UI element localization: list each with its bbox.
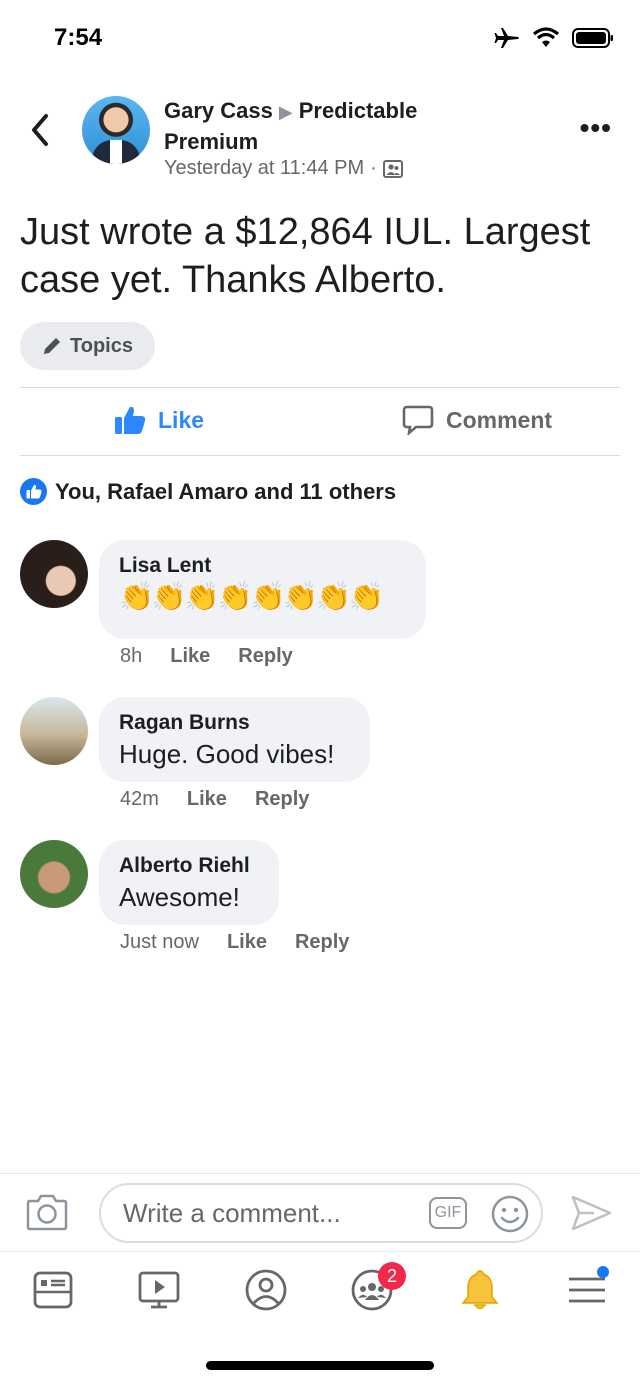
comment-input[interactable] xyxy=(121,1196,425,1230)
comment-bubble[interactable]: Lisa Lent 👏👏👏👏👏👏👏👏 xyxy=(99,540,426,639)
divider xyxy=(20,387,620,388)
post-timestamp[interactable]: Yesterday at 11:44 PM xyxy=(164,157,364,180)
battery-icon xyxy=(572,28,613,48)
divider xyxy=(20,455,620,456)
emoji-icon[interactable] xyxy=(491,1195,529,1233)
comment-text: Awesome! xyxy=(119,882,240,912)
nav-menu[interactable] xyxy=(563,1266,611,1312)
nav-news-feed[interactable] xyxy=(29,1268,77,1312)
comment-reply-button[interactable]: Reply xyxy=(295,931,349,954)
nav-divider xyxy=(0,1251,640,1252)
composer-divider xyxy=(0,1173,640,1174)
comment-label: Comment xyxy=(446,406,553,433)
back-button[interactable] xyxy=(26,110,52,155)
reactions-summary[interactable]: You, Rafael Amaro and 11 others xyxy=(20,478,396,505)
comment-like-button[interactable]: Like xyxy=(227,931,267,954)
status-time: 7:54 xyxy=(54,24,103,51)
watch-icon xyxy=(138,1271,180,1309)
notification-badge: 2 xyxy=(378,1262,406,1290)
author-name[interactable]: Gary Cass xyxy=(164,98,273,123)
airplane-icon xyxy=(494,28,519,48)
comment-input-box[interactable]: GIF xyxy=(99,1183,543,1243)
avatar[interactable] xyxy=(20,697,88,765)
members-privacy-icon xyxy=(382,159,403,178)
menu-notification-dot xyxy=(597,1266,609,1278)
comment-text: 👏👏👏👏👏👏👏👏 xyxy=(119,581,384,612)
camera-button[interactable] xyxy=(26,1193,68,1236)
comment-meta: 42m Like Reply xyxy=(120,788,309,811)
play-arrow-icon: ▶ xyxy=(278,102,293,122)
like-reaction-icon xyxy=(20,478,47,505)
post-meta: Yesterday at 11:44 PM · xyxy=(164,157,403,180)
comment-bubble[interactable]: Ragan Burns Huge. Good vibes! xyxy=(99,697,370,782)
comment-reply-button[interactable]: Reply xyxy=(255,788,309,811)
avatar[interactable] xyxy=(20,840,88,908)
news-feed-icon xyxy=(33,1271,73,1309)
topics-button[interactable]: Topics xyxy=(20,322,155,370)
post-author-line: Gary Cass ▶ Predictable Premium xyxy=(164,96,494,156)
nav-groups[interactable]: 2 xyxy=(348,1262,406,1312)
more-icon: ••• xyxy=(579,112,612,143)
topics-label: Topics xyxy=(70,334,133,357)
comment-author[interactable]: Alberto Riehl xyxy=(119,852,257,880)
home-indicator[interactable] xyxy=(206,1361,434,1370)
send-button[interactable] xyxy=(570,1193,612,1238)
gif-icon: GIF xyxy=(434,1204,462,1221)
comment-bubble[interactable]: Alberto Riehl Awesome! xyxy=(99,840,279,925)
comment-reply-button[interactable]: Reply xyxy=(238,645,292,668)
post-body: Just wrote a $12,864 IUL. Largest case y… xyxy=(20,211,591,301)
author-avatar[interactable] xyxy=(82,96,150,164)
camera-icon xyxy=(26,1194,68,1231)
back-arrow-icon xyxy=(32,114,48,146)
reactions-text: You, Rafael Amaro and 11 others xyxy=(55,478,397,504)
avatar[interactable] xyxy=(20,540,88,608)
wifi-icon xyxy=(532,27,560,47)
nav-profile[interactable] xyxy=(242,1268,290,1312)
comment-time: 42m xyxy=(120,788,159,810)
comment-like-button[interactable]: Like xyxy=(170,645,210,668)
comment-icon xyxy=(402,405,434,435)
nav-notifications[interactable] xyxy=(456,1268,504,1312)
gif-button[interactable]: GIF xyxy=(429,1197,467,1229)
nav-watch[interactable] xyxy=(135,1268,183,1312)
meta-separator: · xyxy=(370,157,377,179)
profile-icon xyxy=(245,1269,287,1311)
comment-button[interactable]: Comment xyxy=(402,405,552,435)
pencil-icon xyxy=(44,338,61,354)
comment-text: Huge. Good vibes! xyxy=(119,739,335,769)
status-icons xyxy=(494,26,614,50)
comment-author[interactable]: Lisa Lent xyxy=(119,552,404,580)
comment-time: 8h xyxy=(120,645,143,667)
comment-author[interactable]: Ragan Burns xyxy=(119,709,348,737)
thumbs-up-icon xyxy=(115,406,146,434)
more-options-button[interactable]: ••• xyxy=(580,112,612,144)
send-icon xyxy=(571,1195,612,1231)
like-button[interactable]: Like xyxy=(114,405,204,435)
comment-time: Just now xyxy=(120,931,199,953)
like-label: Like xyxy=(158,406,205,433)
bell-icon xyxy=(461,1270,499,1310)
comment-like-button[interactable]: Like xyxy=(187,788,227,811)
comment-meta: 8h Like Reply xyxy=(120,645,293,668)
comment-meta: Just now Like Reply xyxy=(120,931,349,954)
